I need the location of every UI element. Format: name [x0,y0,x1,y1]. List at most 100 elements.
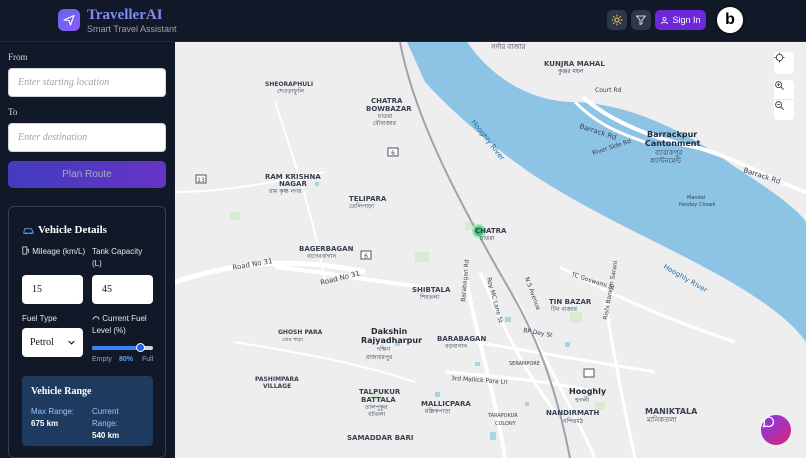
zoom-in-icon [775,81,784,90]
map-label-court-rd: Court Rd [595,87,622,94]
map-view[interactable]: 6 13 6 KUNJRA MAHAL কুঞ্জর মহল সর্দার বা… [175,42,806,458]
fuel-level-knob[interactable] [136,343,146,352]
map-label-dakshin-bn: দক্ষিণ [376,346,391,353]
map-label-serampore: SERAMPORE [509,361,540,367]
crosshair-icon [774,52,785,63]
map-label-shibtala: SHIBTALA [412,286,451,294]
map-label-bowbazar-bn: বৌবাজার [373,120,397,127]
map-label-bagerbagan-bn: বাগেরবাগান [306,253,336,260]
current-range-label: Current Range: [92,407,119,428]
app-header: TravellerAI Smart Travel Assistant Sign … [0,0,806,42]
zoom-in-button[interactable] [774,80,794,100]
map-label-maniktala-bn: মানিকতলা [646,416,677,424]
map-label-shibtala-bn: শিবতলা [419,294,440,301]
shield-13-label: 13 [197,177,205,184]
locate-button[interactable] [774,52,794,74]
map-label-hooghly-river-2: Hooghly River [662,263,709,295]
shield-6b-label: 6 [364,253,368,260]
map-label-sardar: সর্দার বাজার [490,43,526,51]
map-label-barabagan: BARABAGAN [437,335,486,343]
map-label-telipara: TELIPARA [349,195,387,203]
map-label-ghosh-para-bn: ঘোষ পাড়া [282,337,303,343]
sign-in-label: Sign In [672,15,701,25]
sign-in-button[interactable]: Sign In [655,10,706,30]
theme-toggle-button[interactable] [607,10,627,30]
map-label-telipara-bn: তেলিপাড়া [349,203,374,210]
map-label-nandirmath: NANDIRMATH [546,409,600,417]
map-label-tin-bazar: TIN BAZAR [549,298,592,306]
map-label-battala: BATTALA [361,396,396,404]
fuel-type-label: Fuel Type [22,314,57,323]
vehicle-details-text: Vehicle Details [38,224,107,236]
map-label-sheoraphuli-bn: শেওড়াফুলি [277,88,305,95]
map-label-nandirmath-bn: নন্দিরমঠ [562,417,584,425]
chat-bubble-icon [762,416,775,428]
filter-icon [636,15,646,25]
app-brand[interactable]: TravellerAI [87,7,163,24]
map-label-talpukur-bn: তালপুকুর [364,404,388,411]
map-label-mallicpara: MALLICPARA [421,400,471,408]
map-label-bp-dey: BP Dey St [523,327,554,339]
map-label-nagar: NAGAR [279,180,307,188]
shield-6-label: 6 [391,150,395,157]
to-label: To [8,107,18,117]
vehicle-details-card: Vehicle Details Mileage (km/L) Tank Capa… [8,206,166,458]
map-label-barabagan-bn: বড়বাগান [444,343,467,350]
map-label-barrackpur: Barrackpur [647,130,697,139]
map-label-barrackpur-bn: ব্যারাকপুর [654,149,682,157]
map-label-battala-bn: বটতলা [367,410,386,418]
map-label-pashimpara: PASHIMPARA [255,376,299,383]
map-label-bagerbagan: BAGERBAGAN [299,245,354,253]
map-label-ram-krishna-bn: রাম কৃষ্ণ নগর [268,188,302,195]
chat-button[interactable] [761,415,791,445]
send-icon [63,14,75,26]
zoom-out-icon [775,101,784,110]
zoom-out-button[interactable] [774,100,794,120]
plan-route-button[interactable]: Plan Route [8,161,166,188]
empty-label: Empty [92,356,112,363]
fuel-type-value: Petrol [30,337,54,348]
map-label-cantonment-bn: ক্যান্টনমেন্ট [649,157,681,165]
max-range-value: 675 km [31,419,59,428]
tank-label: Tank Capacity (L) [92,247,143,268]
map-label-hooghly-bn: হুগলী [574,396,589,404]
mileage-label-text: Mileage (km/L) [32,247,86,256]
mileage-label: Mileage (km/L) [22,246,87,258]
partner-badge[interactable]: b [715,5,745,35]
sidebar: From Enter starting location To Enter de… [0,42,175,458]
fuel-level-label: Current Fuel Level (%) [92,313,156,337]
from-label: From [8,52,28,62]
map-label-mandal: Mandal [687,195,705,201]
map-label-colony: COLONY [495,421,517,427]
tank-capacity-input[interactable]: 45 [92,275,153,304]
map-label-sheoraphuli: SHEORAPHULI [265,81,313,88]
map-label-cantonment: Cantonment [645,139,700,148]
map-label-chatra-bn: চাতরা [479,235,495,242]
max-range-label: Max Range: [31,407,75,416]
map-canvas: 6 13 6 KUNJRA MAHAL কুঞ্জর মহল সর্দার বা… [175,42,806,458]
badge-letter: b [725,11,735,28]
fuel-type-select[interactable]: Petrol [22,328,83,357]
map-label-rajya-bn: রাজ্যধরপুর [365,354,393,361]
full-label: Full [142,356,154,363]
fuel-level-label-text: Current Fuel Level (%) [92,314,147,335]
gauge-icon [92,316,100,320]
vehicle-details-title: Vehicle Details [23,224,107,236]
mileage-input[interactable]: 15 [22,275,83,304]
map-label-dakshin: Dakshin [371,327,408,336]
map-label-rajyadharpur: Rajyadharpur [361,336,422,345]
map-label-chatra-bowbazar: CHATRA [371,97,403,105]
app-logo[interactable] [58,9,80,31]
from-input[interactable]: Enter starting location [8,68,166,97]
map-label-chatra: CHATRA [475,227,507,235]
fuel-level-slider[interactable] [92,343,153,352]
filter-button[interactable] [631,10,651,30]
map-label-village: VILLAGE [263,383,291,390]
map-label-pandey: Pandey Chowk [679,202,716,208]
map-label-bowbazar: BOWBAZAR [366,105,412,113]
map-label-maniktala: MANIKTALA [645,407,698,416]
fuel-level-text: 80% [119,356,134,363]
to-input[interactable]: Enter destination [8,123,166,152]
map-label-ns-avenue: N S Avenue [523,276,541,311]
current-range-value: 540 km [92,431,120,440]
